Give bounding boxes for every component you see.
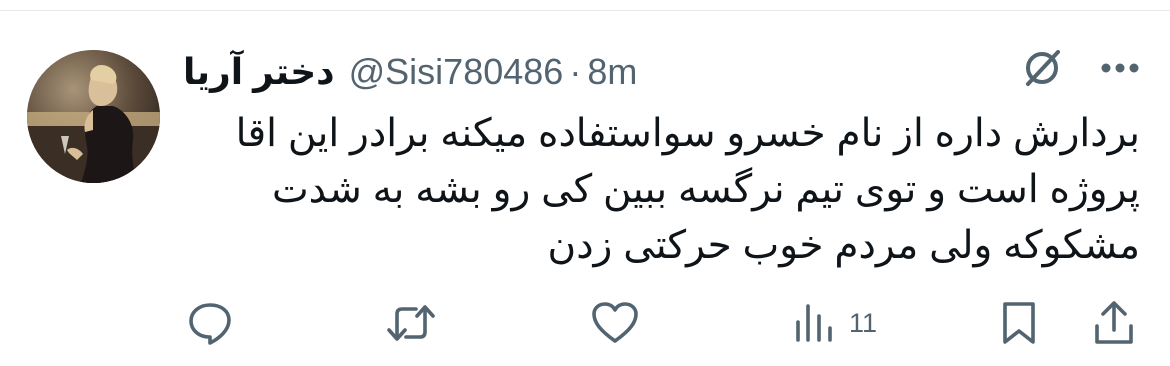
share-icon (1095, 301, 1133, 344)
views-icon (796, 304, 832, 342)
tweet-text-line: مشکوکه ولی مردم خوب حرکتی زدن (547, 224, 1140, 267)
views-button[interactable]: 11 (793, 298, 877, 348)
user-handle[interactable]: @Sisi780486 (349, 51, 564, 93)
share-button[interactable] (1093, 298, 1135, 348)
header-icons (1022, 48, 1140, 88)
timestamp[interactable]: 8m (587, 51, 637, 93)
tweet-header: دختر آریا @Sisi780486 · 8m (183, 44, 637, 100)
reply-button[interactable] (187, 298, 233, 348)
bookmark-button[interactable] (999, 298, 1039, 348)
tweet-text: بردارش داره از نام خسرو سواستفاده میکنه … (205, 106, 1140, 274)
tweet-text-line: پروژه است و توی تیم نرگسه ببین کی رو بشه… (271, 168, 1140, 211)
action-bar: 11 (183, 298, 1140, 348)
bookmark-icon (1003, 302, 1035, 344)
more-icon[interactable] (1100, 62, 1140, 74)
heart-icon (592, 302, 638, 343)
display-name[interactable]: دختر آریا (183, 51, 335, 93)
grok-icon[interactable] (1022, 48, 1062, 88)
top-divider (0, 10, 1170, 11)
views-count: 11 (849, 307, 878, 338)
retweet-icon (387, 305, 435, 341)
tweet-text-line: بردارش داره از نام خسرو سواستفاده میکنه … (235, 112, 1140, 155)
avatar-image (27, 50, 160, 183)
reply-icon (189, 303, 231, 345)
like-button[interactable] (591, 298, 639, 348)
separator-dot: · (569, 51, 582, 92)
avatar[interactable] (27, 50, 160, 183)
retweet-button[interactable] (386, 298, 436, 348)
